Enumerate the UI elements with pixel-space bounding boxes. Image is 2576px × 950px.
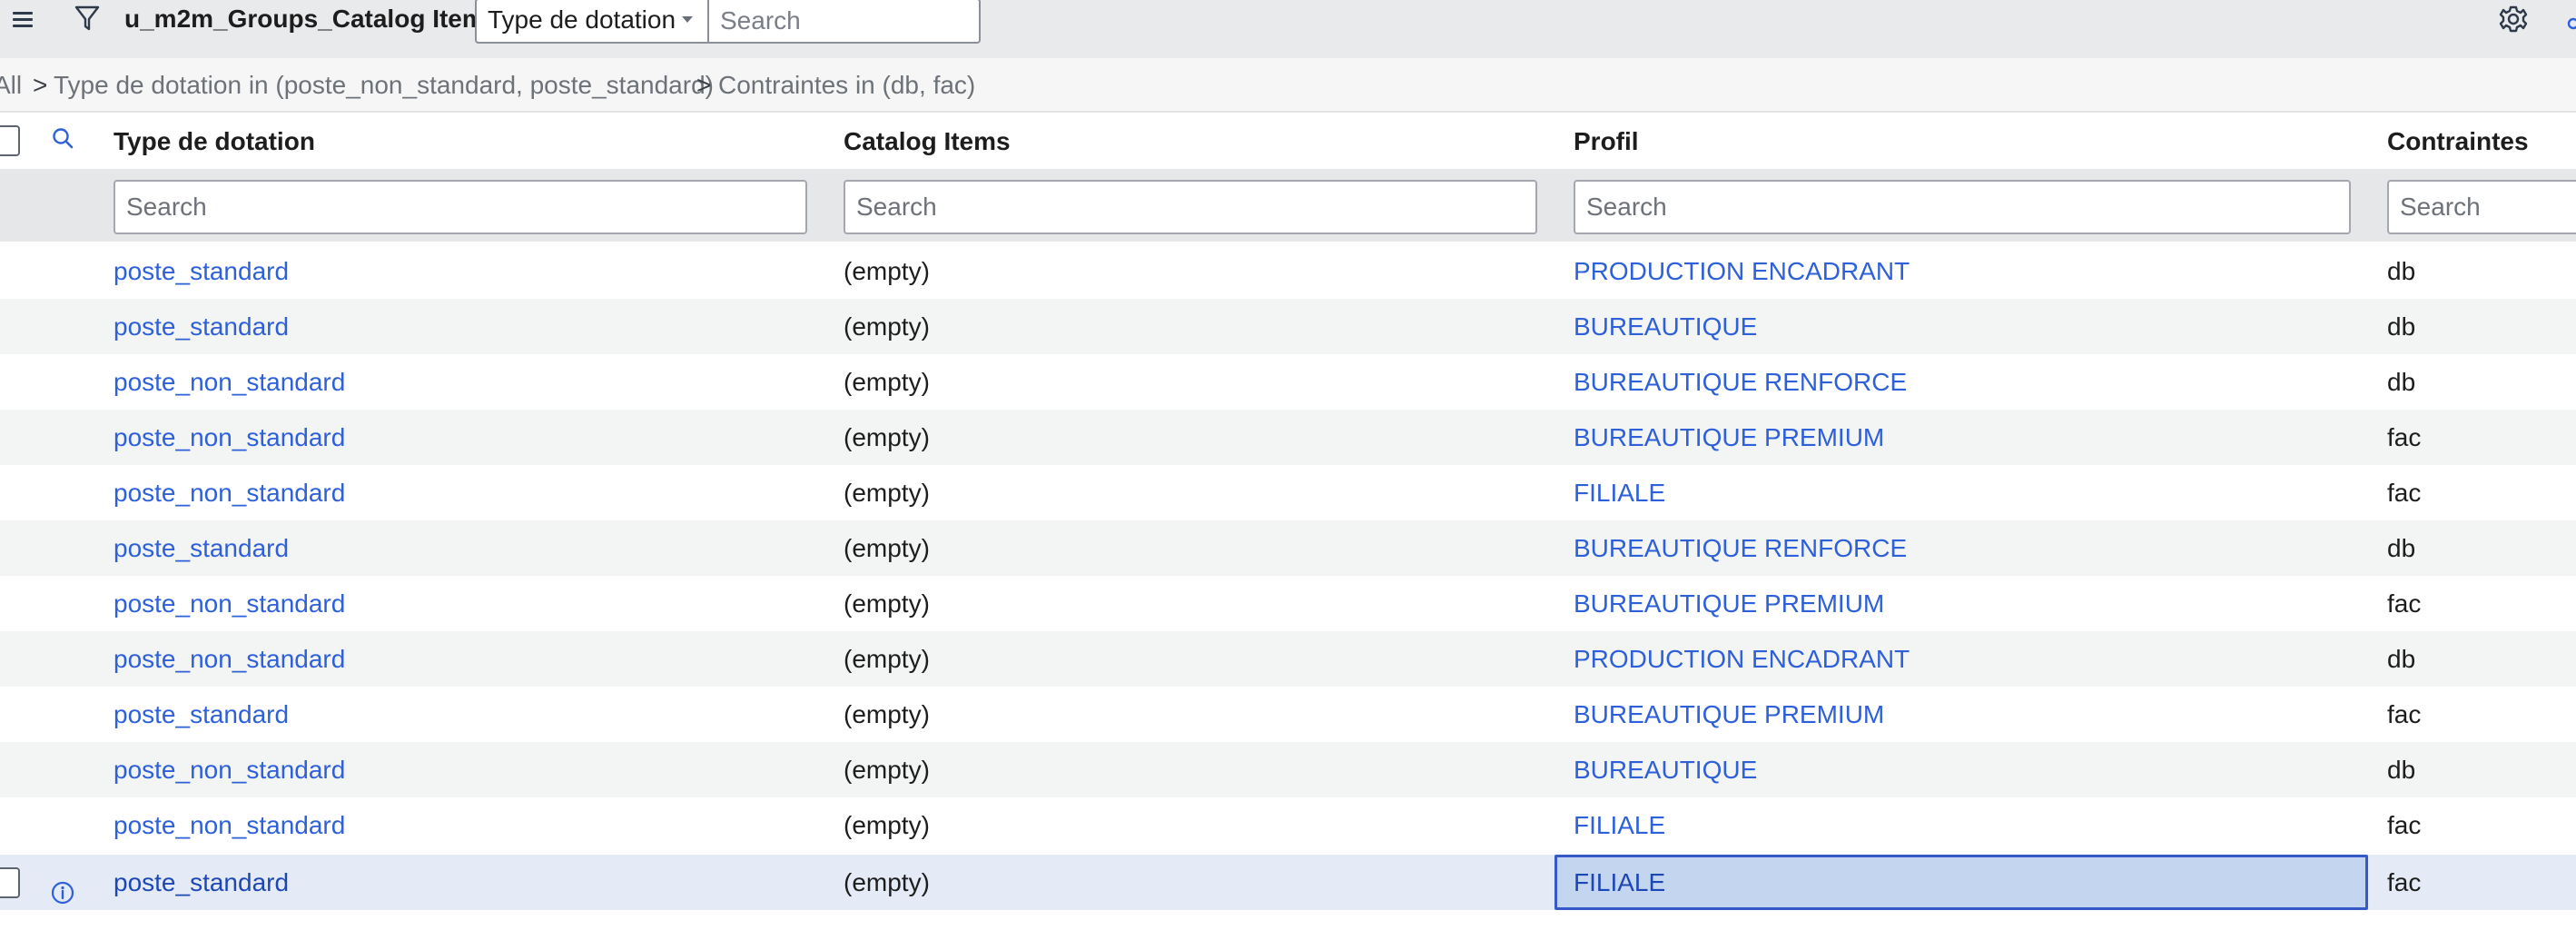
list-search-input[interactable]	[708, 0, 981, 44]
cell-contraintes: fac	[2387, 811, 2422, 839]
cell-contraintes: db	[2387, 645, 2416, 673]
cell-catalog-items: (empty)	[844, 700, 930, 728]
cell-type-dotation[interactable]: poste_standard	[114, 855, 289, 910]
table-row: poste_non_standard (empty) BUREAUTIQUE d…	[0, 742, 2576, 797]
cell-catalog-items: (empty)	[844, 811, 930, 839]
cell-contraintes: fac	[2387, 700, 2422, 728]
search-input-profil[interactable]	[1574, 180, 2351, 234]
cell-catalog-items: (empty)	[844, 368, 930, 396]
cell-profil[interactable]: BUREAUTIQUE	[1574, 299, 1757, 354]
table-row: poste_non_standard (empty) BUREAUTIQUE R…	[0, 354, 2576, 410]
cell-contraintes: fac	[2387, 423, 2422, 451]
cell-catalog-items: (empty)	[844, 423, 930, 451]
cell-contraintes: db	[2387, 257, 2416, 285]
cell-catalog-items: (empty)	[844, 756, 930, 784]
cell-profil[interactable]: BUREAUTIQUE PREMIUM	[1574, 687, 1884, 742]
column-header-contraintes[interactable]: Contraintes	[2387, 127, 2529, 156]
cell-type-dotation[interactable]: poste_standard	[114, 687, 289, 742]
table-row: poste_non_standard (empty) BUREAUTIQUE P…	[0, 576, 2576, 631]
list-header: u_m2m_Groups_Catalog Items Type de dotat…	[0, 0, 2576, 58]
cell-catalog-items: (empty)	[844, 257, 930, 285]
column-header-catalog-items[interactable]: Catalog Items	[844, 127, 1011, 156]
cell-profil[interactable]: PRODUCTION ENCADRANT	[1574, 243, 1910, 299]
table-row: poste_standard (empty) BUREAUTIQUE RENFO…	[0, 520, 2576, 576]
list-title: u_m2m_Groups_Catalog Items	[124, 5, 499, 33]
cell-catalog-items: (empty)	[844, 479, 930, 507]
cell-profil[interactable]: FILIALE	[1574, 465, 1665, 520]
breadcrumb-item-all[interactable]: All	[0, 58, 22, 113]
cell-catalog-items: (empty)	[844, 312, 930, 341]
cell-contraintes: db	[2387, 368, 2416, 396]
cell-type-dotation[interactable]: poste_non_standard	[114, 631, 345, 687]
gear-icon[interactable]	[2497, 2, 2530, 36]
cell-contraintes: db	[2387, 534, 2416, 562]
breadcrumb-separator: >	[33, 71, 48, 99]
cell-contraintes: fac	[2387, 589, 2422, 618]
cell-contraintes: db	[2387, 312, 2416, 341]
table-header: Type de dotation Catalog Items Profil Co…	[0, 113, 2576, 169]
cell-type-dotation[interactable]: poste_non_standard	[114, 465, 345, 520]
cell-profil[interactable]: FILIALE	[1574, 797, 1665, 853]
cell-type-dotation[interactable]: poste_non_standard	[114, 354, 345, 410]
table-row: poste_standard (empty) BUREAUTIQUE db	[0, 299, 2576, 354]
cell-type-dotation[interactable]: poste_non_standard	[114, 576, 345, 631]
cell-profil[interactable]: BUREAUTIQUE RENFORCE	[1574, 354, 1907, 410]
overflow-icon[interactable]	[2562, 4, 2576, 35]
cell-contraintes: fac	[2387, 868, 2422, 896]
cell-catalog-items: (empty)	[844, 645, 930, 673]
row-checkbox[interactable]	[0, 867, 20, 898]
search-input-type-dotation[interactable]	[114, 180, 807, 234]
cell-profil[interactable]: BUREAUTIQUE	[1574, 742, 1757, 797]
cell-catalog-items: (empty)	[844, 589, 930, 618]
table-row: poste_standard (empty) BUREAUTIQUE PREMI…	[0, 687, 2576, 742]
column-header-profil[interactable]: Profil	[1574, 127, 1639, 156]
cell-profil[interactable]: PRODUCTION ENCADRANT	[1574, 631, 1910, 687]
info-icon[interactable]	[50, 869, 75, 905]
cell-type-dotation[interactable]: poste_non_standard	[114, 797, 345, 853]
search-field-value: Type de dotation	[488, 5, 676, 34]
search-icon[interactable]	[50, 125, 77, 153]
breadcrumb-item-type-dotation[interactable]: Type de dotation in (poste_non_standard,…	[54, 58, 714, 113]
table-row: poste_standard (empty) PRODUCTION ENCADR…	[0, 243, 2576, 299]
column-header-type-dotation[interactable]: Type de dotation	[114, 127, 315, 156]
table-row: poste_non_standard (empty) FILIALE fac	[0, 797, 2576, 853]
caret-down-icon	[682, 16, 693, 23]
cell-catalog-items: (empty)	[844, 868, 930, 896]
column-search-row	[0, 169, 2576, 242]
cell-contraintes: db	[2387, 756, 2416, 784]
hamburger-menu-icon[interactable]	[9, 9, 36, 31]
cell-type-dotation[interactable]: poste_standard	[114, 299, 289, 354]
cell-profil[interactable]: BUREAUTIQUE PREMIUM	[1574, 576, 1884, 631]
table-row: poste_non_standard (empty) PRODUCTION EN…	[0, 631, 2576, 687]
cell-type-dotation[interactable]: poste_non_standard	[114, 742, 345, 797]
cell-contraintes: fac	[2387, 479, 2422, 507]
cell-type-dotation[interactable]: poste_standard	[114, 243, 289, 299]
cell-profil[interactable]: FILIALE	[1574, 857, 1665, 908]
breadcrumb-item-contraintes[interactable]: Contraintes in (db, fac)	[718, 58, 975, 113]
table-row-selected: poste_standard (empty) FILIALE fac	[0, 855, 2576, 910]
search-input-catalog-items[interactable]	[844, 180, 1537, 234]
breadcrumb-separator: >	[696, 71, 712, 99]
select-all-checkbox[interactable]	[0, 125, 20, 156]
cell-profil-focused[interactable]: FILIALE	[1554, 855, 2368, 910]
cell-type-dotation[interactable]: poste_standard	[114, 520, 289, 576]
cell-profil[interactable]: BUREAUTIQUE PREMIUM	[1574, 410, 1884, 465]
breadcrumb: All > Type de dotation in (poste_non_sta…	[0, 58, 2576, 113]
search-input-contraintes[interactable]	[2387, 180, 2576, 234]
cell-type-dotation[interactable]: poste_non_standard	[114, 410, 345, 465]
table-row: poste_non_standard (empty) BUREAUTIQUE P…	[0, 410, 2576, 465]
cell-catalog-items: (empty)	[844, 534, 930, 562]
table-row: poste_non_standard (empty) FILIALE fac	[0, 465, 2576, 520]
cell-profil[interactable]: BUREAUTIQUE RENFORCE	[1574, 520, 1907, 576]
search-field-select[interactable]: Type de dotation	[475, 0, 709, 44]
filter-icon[interactable]	[73, 3, 102, 34]
